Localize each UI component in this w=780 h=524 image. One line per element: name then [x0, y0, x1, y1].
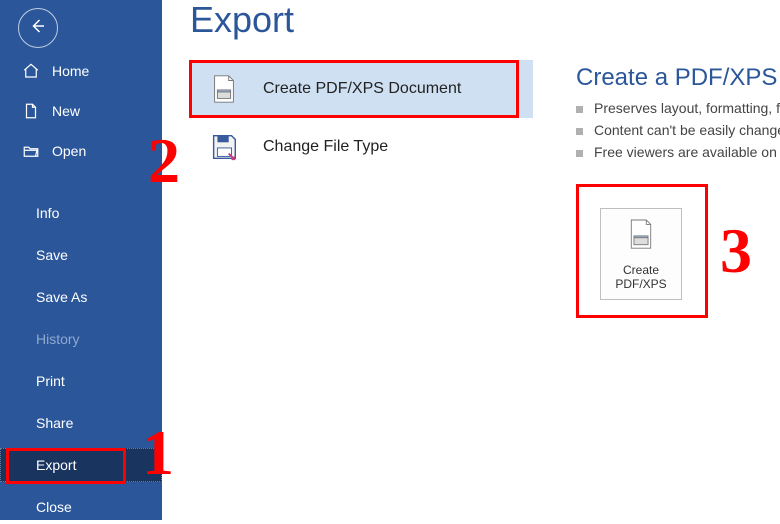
export-option-label: Change File Type: [263, 138, 388, 156]
detail-title: Create a PDF/XPS Document: [576, 64, 780, 92]
file-icon: [22, 102, 40, 120]
page-title: Export: [190, 0, 780, 40]
export-options-list: Create PDF/XPS Document Change File Type: [189, 60, 533, 176]
sidebar-item-home[interactable]: Home: [0, 54, 162, 88]
export-detail-pane: Create a PDF/XPS Document Preserves layo…: [576, 64, 780, 166]
sidebar-item-info[interactable]: Info: [0, 196, 162, 230]
back-arrow-icon: [29, 17, 47, 40]
nav-primary-group: Home New Open: [0, 54, 162, 168]
sidebar-item-new[interactable]: New: [0, 94, 162, 128]
detail-bullet: Content can't be easily changed: [576, 122, 780, 138]
detail-bullets: Preserves layout, formatting, fonts, and…: [576, 100, 780, 160]
pdf-file-icon: [207, 72, 241, 106]
create-pdf-xps-label-line1: Create: [623, 263, 659, 277]
sidebar-item-save[interactable]: Save: [0, 238, 162, 272]
pdf-file-icon: [626, 218, 656, 257]
sidebar-item-label: Open: [52, 143, 86, 159]
export-option-change-file-type[interactable]: Change File Type: [189, 118, 533, 176]
nav-secondary-group: Info Save Save As History Print Share Ex…: [0, 196, 162, 524]
sidebar-item-save-as[interactable]: Save As: [0, 280, 162, 314]
back-button[interactable]: [18, 8, 58, 48]
create-pdf-xps-label-line2: PDF/XPS: [615, 277, 666, 291]
export-option-label: Create PDF/XPS Document: [263, 80, 461, 98]
sidebar-item-open[interactable]: Open: [0, 134, 162, 168]
sidebar-item-label: New: [52, 103, 80, 119]
sidebar-item-export[interactable]: Export: [0, 448, 162, 482]
sidebar-item-close[interactable]: Close: [0, 490, 162, 524]
sidebar-item-label: Home: [52, 63, 89, 79]
folder-open-icon: [22, 142, 40, 160]
export-option-create-pdf-xps[interactable]: Create PDF/XPS Document: [189, 60, 533, 118]
sidebar-item-print[interactable]: Print: [0, 364, 162, 398]
detail-bullet: Preserves layout, formatting, fonts, and…: [576, 100, 780, 116]
create-pdf-xps-button[interactable]: Create PDF/XPS: [600, 208, 682, 300]
sidebar-item-share[interactable]: Share: [0, 406, 162, 440]
home-icon: [22, 62, 40, 80]
save-as-icon: [207, 130, 241, 164]
detail-bullet: Free viewers are available on the web: [576, 144, 780, 160]
sidebar-item-history[interactable]: History: [0, 322, 162, 356]
backstage-sidebar: Home New Open Info Save Save As History …: [0, 0, 162, 520]
